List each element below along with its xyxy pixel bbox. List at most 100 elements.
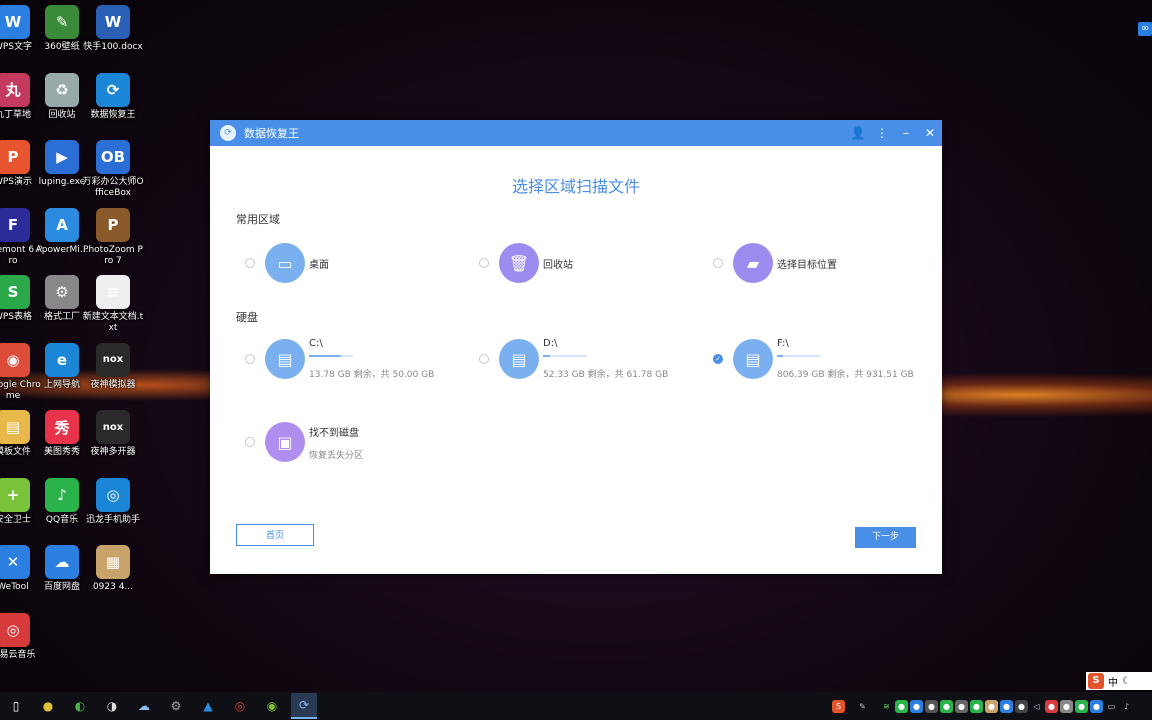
app-icon: 丸 — [0, 72, 30, 107]
radio-drive-f[interactable]: ✓ — [713, 354, 723, 364]
disk-section-label: 硬盘 — [236, 311, 258, 324]
option-drive-f[interactable]: ✓ ▤ F:\ 806.39 GB 剩余，共 931.51 GB — [713, 338, 914, 380]
baidu-netdisk-icon[interactable]: ☁ — [131, 693, 157, 719]
app-icon: ✕ — [0, 545, 30, 579]
app-icon: ♻ — [45, 72, 79, 107]
option-drive-c[interactable]: ▤ C:\ 13.78 GB 剩余，共 50.00 GB — [245, 338, 439, 380]
taskbar-app-green-icon[interactable]: ◉ — [259, 693, 285, 719]
radio-choose-location[interactable] — [713, 258, 723, 268]
ime-mode[interactable]: 中 — [1108, 674, 1118, 689]
option-label: 桌面 — [309, 259, 329, 271]
data-recovery-taskbar-icon[interactable]: ⟳ — [291, 693, 317, 719]
desktop-icon[interactable]: ◎ 迅龙手机助手 — [82, 477, 144, 526]
format-factory-icon[interactable]: ⚙ — [163, 693, 189, 719]
apowermirror-icon[interactable]: ▲ — [195, 693, 221, 719]
option-lost-partition[interactable]: ▣ 找不到磁盘 恢复丢失分区 — [245, 422, 439, 462]
desktop-icon-label: 数据恢复王 — [90, 109, 136, 120]
app-icon: P — [96, 207, 130, 242]
tray-app-icon[interactable]: ● — [1060, 699, 1073, 713]
tray-app-icon[interactable]: ● — [1075, 699, 1088, 713]
ime-toolbar[interactable]: S 中 ☾ — [1086, 672, 1152, 690]
app-icon: ⚙ — [45, 275, 79, 309]
desktop-icon[interactable]: ◎ 网易云音乐 — [0, 612, 44, 661]
tray-app-icon[interactable]: ● — [970, 699, 983, 713]
option-recycle-bin[interactable]: 🗑 回收站 — [479, 243, 573, 283]
minimize-button[interactable]: – — [894, 126, 918, 140]
data-recovery-dialog: ⟳ 数据恢复王 👤 ⋮ – ✕ 选择区域扫描文件 常用区域 ▭ 桌面 🗑 回收站… — [210, 120, 942, 574]
more-menu-icon[interactable]: ⋮ — [870, 126, 894, 140]
desktop-icon[interactable]: nox 夜神多开器 — [82, 410, 144, 458]
taskbar-app-2-icon[interactable]: ◐ — [67, 693, 93, 719]
taskbar-app-1-icon[interactable]: ● — [35, 693, 61, 719]
desktop-icon[interactable]: ⟳ 数据恢复王 — [82, 72, 144, 121]
title-bar: ⟳ 数据恢复王 👤 ⋮ – ✕ — [210, 120, 942, 146]
close-button[interactable]: ✕ — [918, 126, 942, 140]
tray-volume-icon[interactable]: ◁ — [1030, 700, 1043, 713]
radio-lost-partition[interactable] — [245, 437, 255, 447]
drive-icon: ▤ — [265, 339, 305, 379]
tray-sogou-icon[interactable]: S — [832, 699, 845, 713]
tray-app-icon[interactable]: ● — [1000, 699, 1013, 713]
app-icon: ▦ — [96, 545, 130, 579]
desktop-icon-label: 网易云音乐 — [0, 649, 36, 660]
desktop-icon[interactable]: nox 夜神模拟器 — [82, 342, 144, 391]
tray-app-icon[interactable]: ● — [940, 699, 953, 713]
user-icon[interactable]: 👤 — [846, 126, 870, 140]
netease-music-icon[interactable]: ◎ — [227, 693, 253, 719]
desktop-icon-label: 快手100.docx — [83, 42, 143, 52]
option-choose-location[interactable]: ▰ 选择目标位置 — [713, 243, 837, 283]
app-icon: nox — [96, 410, 130, 444]
tray-app-icon[interactable]: ● — [1045, 699, 1058, 713]
desktop: WWPS文字✎360壁纸W快手100.docx丸丸丁草地♻回收站⟳数据恢复王PW… — [0, 0, 150, 690]
option-drive-d[interactable]: ▤ D:\ 52.33 GB 剩余，共 61.78 GB — [479, 338, 673, 380]
next-button[interactable]: 下一步 — [855, 527, 916, 548]
tray-app-icon[interactable]: ● — [955, 699, 968, 713]
tray-wifi-icon[interactable]: ≋ — [880, 700, 893, 713]
app-icon: F — [0, 207, 30, 242]
lost-partition-label: 找不到磁盘 — [309, 427, 359, 439]
tray-speaker-icon[interactable]: ♪ — [1120, 700, 1133, 713]
tray-app-icon[interactable]: ● — [1090, 699, 1103, 713]
radio-drive-d[interactable] — [479, 354, 489, 364]
drive-usage-bar — [777, 355, 821, 357]
tray-app-icon[interactable]: ● — [895, 699, 908, 713]
radio-recycle-bin[interactable] — [479, 258, 489, 268]
wechat-icon[interactable]: ◑ — [99, 693, 125, 719]
app-icon: e — [45, 342, 79, 377]
drive-size: 52.33 GB 剩余，共 61.78 GB — [543, 370, 669, 380]
task-view-icon[interactable]: ▯ — [3, 693, 29, 719]
link-icon[interactable]: ∞ — [1138, 22, 1152, 36]
desktop-icon-label: 夜神模拟器 — [90, 379, 136, 390]
app-icon: ⟳ — [96, 72, 130, 107]
desktop-icon[interactable]: P PhotoZoom Pro 7 — [82, 207, 144, 267]
drive-icon: ▤ — [499, 339, 539, 379]
app-icon: OB — [96, 140, 130, 174]
tray-app-icon[interactable]: ● — [910, 699, 923, 713]
drive-name: C:\ — [309, 338, 323, 349]
app-icon: ◉ — [0, 342, 30, 377]
lost-partition-sub: 恢复丢失分区 — [309, 450, 364, 461]
desktop-icon-label: 夜神多开器 — [90, 447, 136, 457]
app-icon: ✎ — [45, 5, 79, 39]
sogou-icon: S — [1088, 673, 1104, 689]
tray-pen-icon[interactable]: ✎ — [856, 700, 869, 713]
home-button[interactable]: 首页 — [236, 524, 314, 546]
radio-drive-c[interactable] — [245, 354, 255, 364]
app-icon: + — [0, 477, 30, 512]
tray-network-icon[interactable]: ▭ — [1105, 700, 1118, 713]
drive-icon: ▤ — [733, 339, 773, 379]
desktop-icon[interactable]: OB 万彩办公大师OfficeBox — [82, 140, 144, 199]
desktop-icon[interactable]: ≡ 新建文本文档.txt — [82, 275, 144, 334]
moon-icon[interactable]: ☾ — [1122, 676, 1131, 687]
tray-app-icon[interactable]: ● — [925, 699, 938, 713]
window-title: 数据恢复王 — [244, 127, 299, 140]
tray-app-icon[interactable]: ● — [985, 699, 998, 713]
monitor-icon: ▭ — [265, 243, 305, 283]
desktop-icon[interactable]: W 快手100.docx — [82, 5, 144, 53]
drive-size: 13.78 GB 剩余，共 50.00 GB — [309, 370, 435, 380]
tray-app-icon[interactable]: ● — [1015, 699, 1028, 713]
option-desktop[interactable]: ▭ 桌面 — [245, 243, 329, 283]
radio-desktop[interactable] — [245, 258, 255, 268]
desktop-icon[interactable]: ▦ 0923 4... — [82, 545, 144, 593]
folder-icon: ▰ — [733, 243, 773, 283]
